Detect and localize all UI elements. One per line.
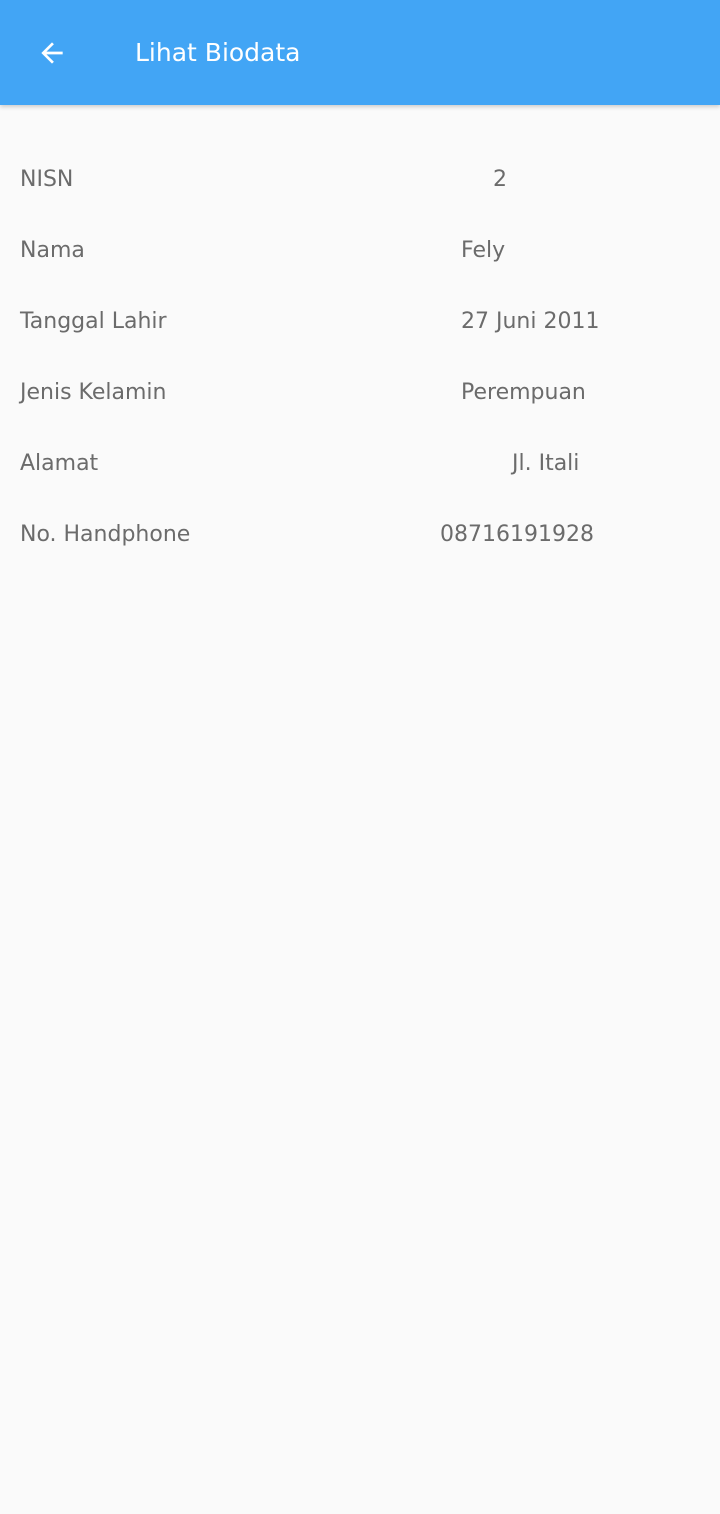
biodata-value-jenis-kelamin: Perempuan <box>461 380 586 405</box>
biodata-row-alamat: Alamat Jl. Itali <box>0 428 720 499</box>
biodata-value-nisn: 2 <box>493 167 507 192</box>
biodata-value-tanggal-lahir: 27 Juni 2011 <box>461 309 600 334</box>
biodata-label-no-handphone: No. Handphone <box>20 522 191 547</box>
biodata-label-tanggal-lahir: Tanggal Lahir <box>20 309 167 334</box>
page-title: Lihat Biodata <box>135 38 301 67</box>
biodata-row-nama: Nama Fely <box>0 215 720 286</box>
app-bar: Lihat Biodata <box>0 0 720 105</box>
biodata-value-alamat: Jl. Itali <box>512 451 580 476</box>
biodata-label-alamat: Alamat <box>20 451 99 476</box>
biodata-row-tanggal-lahir: Tanggal Lahir 27 Juni 2011 <box>0 286 720 357</box>
biodata-value-no-handphone: 08716191928 <box>440 522 594 547</box>
biodata-row-no-handphone: No. Handphone 08716191928 <box>0 499 720 570</box>
biodata-label-jenis-kelamin: Jenis Kelamin <box>20 380 167 405</box>
biodata-row-nisn: NISN 2 <box>0 144 720 215</box>
biodata-row-jenis-kelamin: Jenis Kelamin Perempuan <box>0 357 720 428</box>
arrow-left-icon <box>41 42 63 64</box>
back-button[interactable] <box>28 29 76 77</box>
biodata-label-nama: Nama <box>20 238 85 263</box>
biodata-content: NISN 2 Nama Fely Tanggal Lahir 27 Juni 2… <box>0 105 720 1514</box>
biodata-label-nisn: NISN <box>20 167 74 192</box>
biodata-value-nama: Fely <box>461 238 506 263</box>
